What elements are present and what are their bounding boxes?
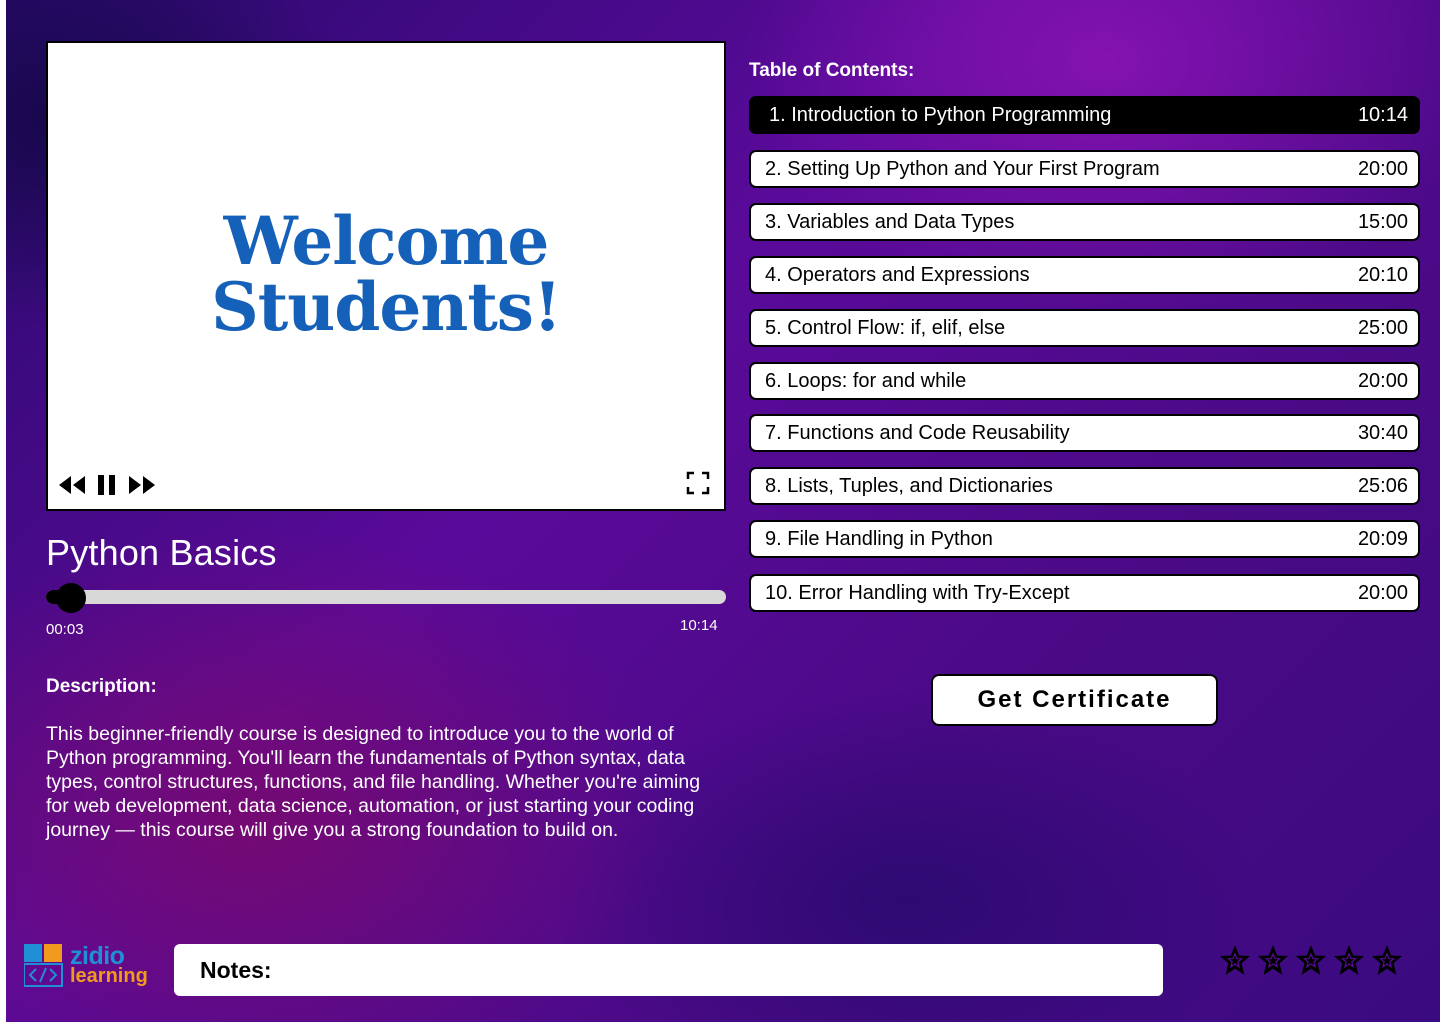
toc-item[interactable]: 1. Introduction to Python Programming 10… bbox=[749, 96, 1420, 134]
toc-item-title: 6. Loops: for and while bbox=[765, 369, 967, 392]
toc-item[interactable]: 6. Loops: for and while 20:00 bbox=[749, 362, 1420, 400]
total-time: 10:14 bbox=[680, 617, 718, 634]
fullscreen-icon[interactable] bbox=[686, 471, 710, 495]
toc-item-duration: 25:06 bbox=[1357, 474, 1408, 497]
star-icon[interactable] bbox=[1371, 944, 1403, 978]
toc-item-duration: 15:00 bbox=[1357, 210, 1408, 233]
toc-item-title: 4. Operators and Expressions bbox=[765, 263, 1030, 286]
toc-item[interactable]: 8. Lists, Tuples, and Dictionaries 25:06 bbox=[749, 467, 1420, 505]
logo-line-2: learning bbox=[70, 965, 148, 987]
description-text: This beginner-friendly course is designe… bbox=[46, 723, 701, 841]
fast-forward-icon[interactable] bbox=[128, 474, 156, 496]
toc-item-title: 7. Functions and Code Reusability bbox=[765, 421, 1070, 444]
toc-item[interactable]: 2. Setting Up Python and Your First Prog… bbox=[749, 150, 1420, 188]
description-label: Description: bbox=[46, 676, 157, 697]
toc-item-title: 10. Error Handling with Try-Except bbox=[765, 581, 1070, 604]
progress-bar[interactable] bbox=[46, 583, 726, 613]
video-frame-welcome: Welcome Students! bbox=[48, 208, 724, 340]
zidio-learning-logo[interactable]: zidio learning bbox=[24, 944, 148, 988]
current-time: 00:03 bbox=[46, 621, 84, 638]
toc-item[interactable]: 5. Control Flow: if, elif, else 25:00 bbox=[749, 309, 1420, 347]
course-page: Welcome Students! Python Basics 00:03 10… bbox=[6, 0, 1440, 1022]
pause-icon[interactable] bbox=[96, 473, 118, 497]
welcome-line-2: Students! bbox=[211, 268, 562, 346]
toc-item-title: 3. Variables and Data Types bbox=[765, 210, 1015, 233]
toc-item-duration: 20:10 bbox=[1357, 263, 1408, 286]
course-title: Python Basics bbox=[46, 532, 277, 573]
toc-item-title: 2. Setting Up Python and Your First Prog… bbox=[765, 157, 1160, 180]
rewind-icon[interactable] bbox=[58, 474, 86, 496]
toc-item-title: 8. Lists, Tuples, and Dictionaries bbox=[765, 474, 1053, 497]
welcome-line-1: Welcome bbox=[223, 202, 550, 280]
toc-item-duration: 20:09 bbox=[1357, 527, 1408, 550]
progress-handle[interactable] bbox=[56, 583, 87, 613]
star-icon[interactable] bbox=[1295, 944, 1327, 978]
notes-label: Notes: bbox=[200, 956, 272, 983]
toc-label: Table of Contents: bbox=[749, 60, 915, 81]
toc-item-title: 9. File Handling in Python bbox=[765, 527, 993, 550]
logo-wordmark: zidio learning bbox=[70, 942, 148, 987]
rating-stars bbox=[1219, 944, 1403, 978]
toc-item-duration: 30:40 bbox=[1357, 421, 1408, 444]
toc-item[interactable]: 3. Variables and Data Types 15:00 bbox=[749, 203, 1420, 241]
toc-item-duration: 20:00 bbox=[1357, 157, 1408, 180]
toc-item-title: 5. Control Flow: if, elif, else bbox=[765, 316, 1006, 339]
toc-item-duration: 20:00 bbox=[1357, 581, 1408, 604]
toc-item[interactable]: 4. Operators and Expressions 20:10 bbox=[749, 256, 1420, 294]
code-brackets-icon bbox=[24, 944, 63, 987]
toc-item-duration: 20:00 bbox=[1357, 369, 1408, 392]
toc-item[interactable]: 9. File Handling in Python 20:09 bbox=[749, 520, 1420, 558]
star-icon[interactable] bbox=[1333, 944, 1365, 978]
video-player[interactable]: Welcome Students! bbox=[46, 41, 726, 511]
notes-field[interactable]: Notes: bbox=[174, 944, 1163, 996]
toc-item[interactable]: 10. Error Handling with Try-Except 20:00 bbox=[749, 574, 1420, 612]
toc-item[interactable]: 7. Functions and Code Reusability 30:40 bbox=[749, 414, 1420, 452]
playback-controls bbox=[58, 473, 156, 497]
star-icon[interactable] bbox=[1219, 944, 1251, 978]
toc-item-duration: 10:14 bbox=[1357, 103, 1408, 126]
logo-line-1: zidio bbox=[70, 942, 125, 970]
toc-item-title: 1. Introduction to Python Programming bbox=[769, 103, 1112, 126]
toc-item-duration: 25:00 bbox=[1357, 316, 1408, 339]
star-icon[interactable] bbox=[1257, 944, 1289, 978]
get-certificate-button[interactable]: Get Certificate bbox=[931, 674, 1218, 726]
